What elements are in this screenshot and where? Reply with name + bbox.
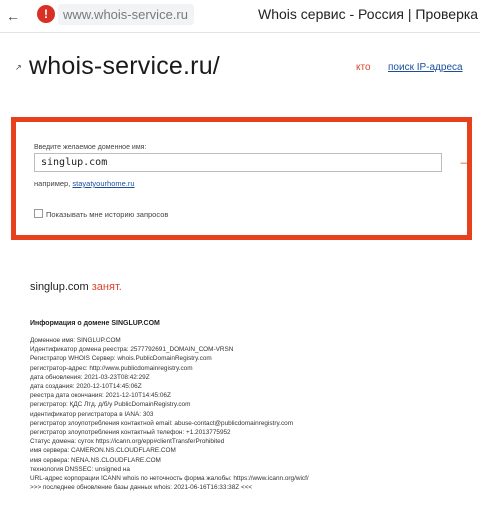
- whois-info-heading: Информация о домене SINGLUP.COM: [30, 320, 160, 327]
- domain-search-panel: Введите желаемое доменное имя: → наприме…: [11, 117, 475, 240]
- browser-toolbar: ← ! www.whois-service.ru Whois сервис - …: [0, 0, 480, 33]
- whois-line: технология DNSSEC: unsigned на: [30, 465, 130, 473]
- submit-arrow-icon[interactable]: →: [457, 150, 475, 171]
- nav-link-who[interactable]: кто: [356, 62, 371, 73]
- whois-line: Доменное имя: SINGLUP.COM: [30, 337, 121, 344]
- domain-search-input[interactable]: [34, 153, 442, 172]
- whois-line: регистратор злоупотребления контактный т…: [30, 429, 231, 437]
- whois-line: дата создания: 2020-12-10T14:45:06Z: [30, 383, 142, 391]
- site-logo[interactable]: whois-service.ru/: [29, 52, 220, 81]
- whois-line: идентификатор регистратора в IANA: 303: [30, 410, 154, 418]
- whois-line: регистратор злоупотребления контактной e…: [30, 419, 294, 427]
- whois-line: Регистратор WHOIS Сервер: whois.PublicDo…: [30, 355, 212, 363]
- domain-input-label: Введите желаемое доменное имя:: [34, 144, 147, 151]
- domain-status: singlup.com занят.: [30, 281, 122, 293]
- example-prefix: например,: [34, 179, 71, 188]
- history-checkbox[interactable]: [34, 209, 43, 218]
- whois-line: регистратор: ҚДС Лтд. д/б/у PublicDomain…: [30, 401, 191, 409]
- page-tab-title: Whois сервис - Россия | Проверка д: [258, 6, 480, 22]
- not-secure-warning-icon[interactable]: !: [37, 5, 55, 23]
- history-checkbox-label: Показывать мне историю запросов: [46, 210, 169, 219]
- example-hint: например, stayatyourhome.ru: [34, 179, 135, 188]
- logo-arrow-icon: ↗: [15, 63, 22, 72]
- result-domain: singlup.com: [30, 281, 89, 293]
- status-badge: занят.: [91, 281, 122, 293]
- address-bar[interactable]: www.whois-service.ru: [58, 4, 194, 25]
- whois-line: >>> последнее обновление базы данных who…: [30, 484, 253, 492]
- whois-line: имя сервера: CAMERON.NS.CLOUDFLARE.COM: [30, 447, 176, 455]
- back-arrow-icon[interactable]: ←: [6, 8, 20, 24]
- whois-line: регистратор-адрес: http://www.publicdoma…: [30, 364, 193, 372]
- whois-line: имя сервера: NENA.NS.CLOUDFLARE.COM: [30, 456, 161, 464]
- whois-line: реестра дата окончания: 2021-12-10T14:45…: [30, 392, 171, 400]
- history-toggle[interactable]: Показывать мне историю запросов: [34, 209, 168, 219]
- whois-line: Статус домена: сутох https://icann.org/e…: [30, 438, 225, 446]
- whois-line: Идентификатор домена реестра: 2577792691…: [30, 346, 234, 354]
- example-domain-link[interactable]: stayatyourhome.ru: [72, 179, 134, 188]
- whois-line: дата обновления: 2021-03-23T08:42:29Z: [30, 373, 150, 381]
- address-bar-url[interactable]: www.whois-service.ru: [63, 7, 188, 22]
- whois-record: Доменное имя: SINGLUP.COM Идентификатор …: [30, 336, 309, 492]
- nav-link-ip-search[interactable]: поиск IP-адреса: [388, 62, 463, 73]
- whois-line: URL-адрес корпорации ICANN whois по нето…: [30, 475, 309, 483]
